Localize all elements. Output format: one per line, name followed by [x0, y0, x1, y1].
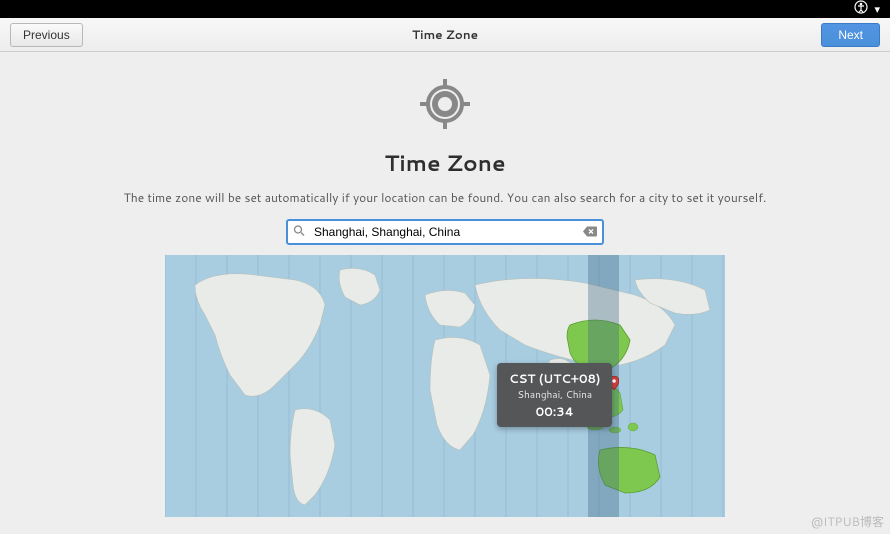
header-bar: Previous Time Zone Next: [0, 18, 890, 52]
world-map[interactable]: CST (UTC+08) Shanghai, China 00:34: [165, 255, 725, 517]
page-subtitle: The time zone will be set automatically …: [0, 189, 890, 206]
search-container: [286, 219, 604, 245]
next-button[interactable]: Next: [821, 23, 880, 47]
dropdown-icon[interactable]: ▾: [874, 1, 880, 17]
accessibility-icon[interactable]: [854, 0, 868, 18]
clear-icon[interactable]: [583, 221, 597, 244]
city-search-input[interactable]: [286, 219, 604, 245]
system-top-bar: ▾: [0, 0, 890, 18]
main-content: Time Zone The time zone will be set auto…: [0, 52, 890, 517]
header-title: Time Zone: [412, 26, 478, 43]
search-icon: [293, 224, 305, 241]
watermark: @ITPUB博客: [811, 513, 884, 530]
previous-button[interactable]: Previous: [10, 23, 83, 47]
location-icon: [415, 74, 475, 134]
page-heading: Time Zone: [0, 148, 890, 179]
location-marker-icon: [609, 373, 619, 387]
